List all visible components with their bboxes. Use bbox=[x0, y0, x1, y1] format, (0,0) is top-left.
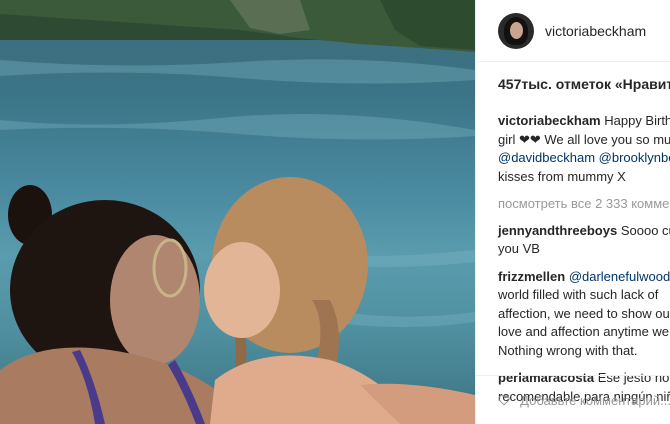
comment-text: world filled with such lack of bbox=[498, 287, 659, 302]
heart-icon[interactable] bbox=[498, 390, 510, 410]
comments-list: victoriabeckham Happy Birthday my little… bbox=[498, 112, 670, 415]
comment-item: jennyandthreeboys Soooo cute you VB bbox=[498, 222, 670, 259]
view-all-comments-link[interactable]: посмотреть все 2 333 комментария bbox=[498, 195, 670, 214]
comment-username[interactable]: frizzmellen bbox=[498, 269, 565, 284]
comment-composer: Добавьте комментарий... bbox=[476, 375, 670, 424]
post-photo[interactable] bbox=[0, 0, 475, 424]
add-comment-input[interactable]: Добавьте комментарий... bbox=[520, 393, 670, 408]
comment-text: love and affection anytime we bbox=[498, 324, 670, 339]
header-username[interactable]: victoriabeckham bbox=[545, 23, 646, 39]
comment-text: Nothing wrong with that. bbox=[498, 342, 638, 358]
comment-mention[interactable]: @darlenefulwood bbox=[569, 269, 670, 284]
comment-text: you VB bbox=[498, 241, 540, 256]
caption-mention-2[interactable]: @brooklynbeckham bbox=[599, 150, 670, 165]
caption-mention-1[interactable]: @davidbeckham bbox=[498, 150, 595, 165]
comment-username[interactable]: jennyandthreeboys bbox=[498, 223, 617, 238]
photo-illustration bbox=[0, 0, 475, 424]
likes-count[interactable]: 457тыс. отметок «Нравится» bbox=[498, 76, 670, 92]
comment-item: frizzmellen @darlenefulwood world filled… bbox=[498, 268, 670, 361]
comment-text: Soooo cute bbox=[620, 222, 670, 238]
caption-username[interactable]: victoriabeckham bbox=[498, 113, 601, 128]
avatar[interactable] bbox=[498, 12, 534, 49]
caption-text-2: girl ❤❤ We all love you so much bbox=[498, 131, 670, 147]
caption-text-4: kisses from mummy X bbox=[498, 168, 626, 184]
caption-text-1: Happy Birthday my little bbox=[604, 113, 670, 128]
post-header: victoriabeckham bbox=[476, 0, 670, 62]
avatar-face bbox=[510, 21, 523, 39]
caption: victoriabeckham Happy Birthday my little… bbox=[498, 112, 670, 186]
post-side-panel: victoriabeckham 457тыс. отметок «Нравитс… bbox=[475, 0, 670, 424]
comment-text: affection, we need to show our bbox=[498, 305, 670, 321]
